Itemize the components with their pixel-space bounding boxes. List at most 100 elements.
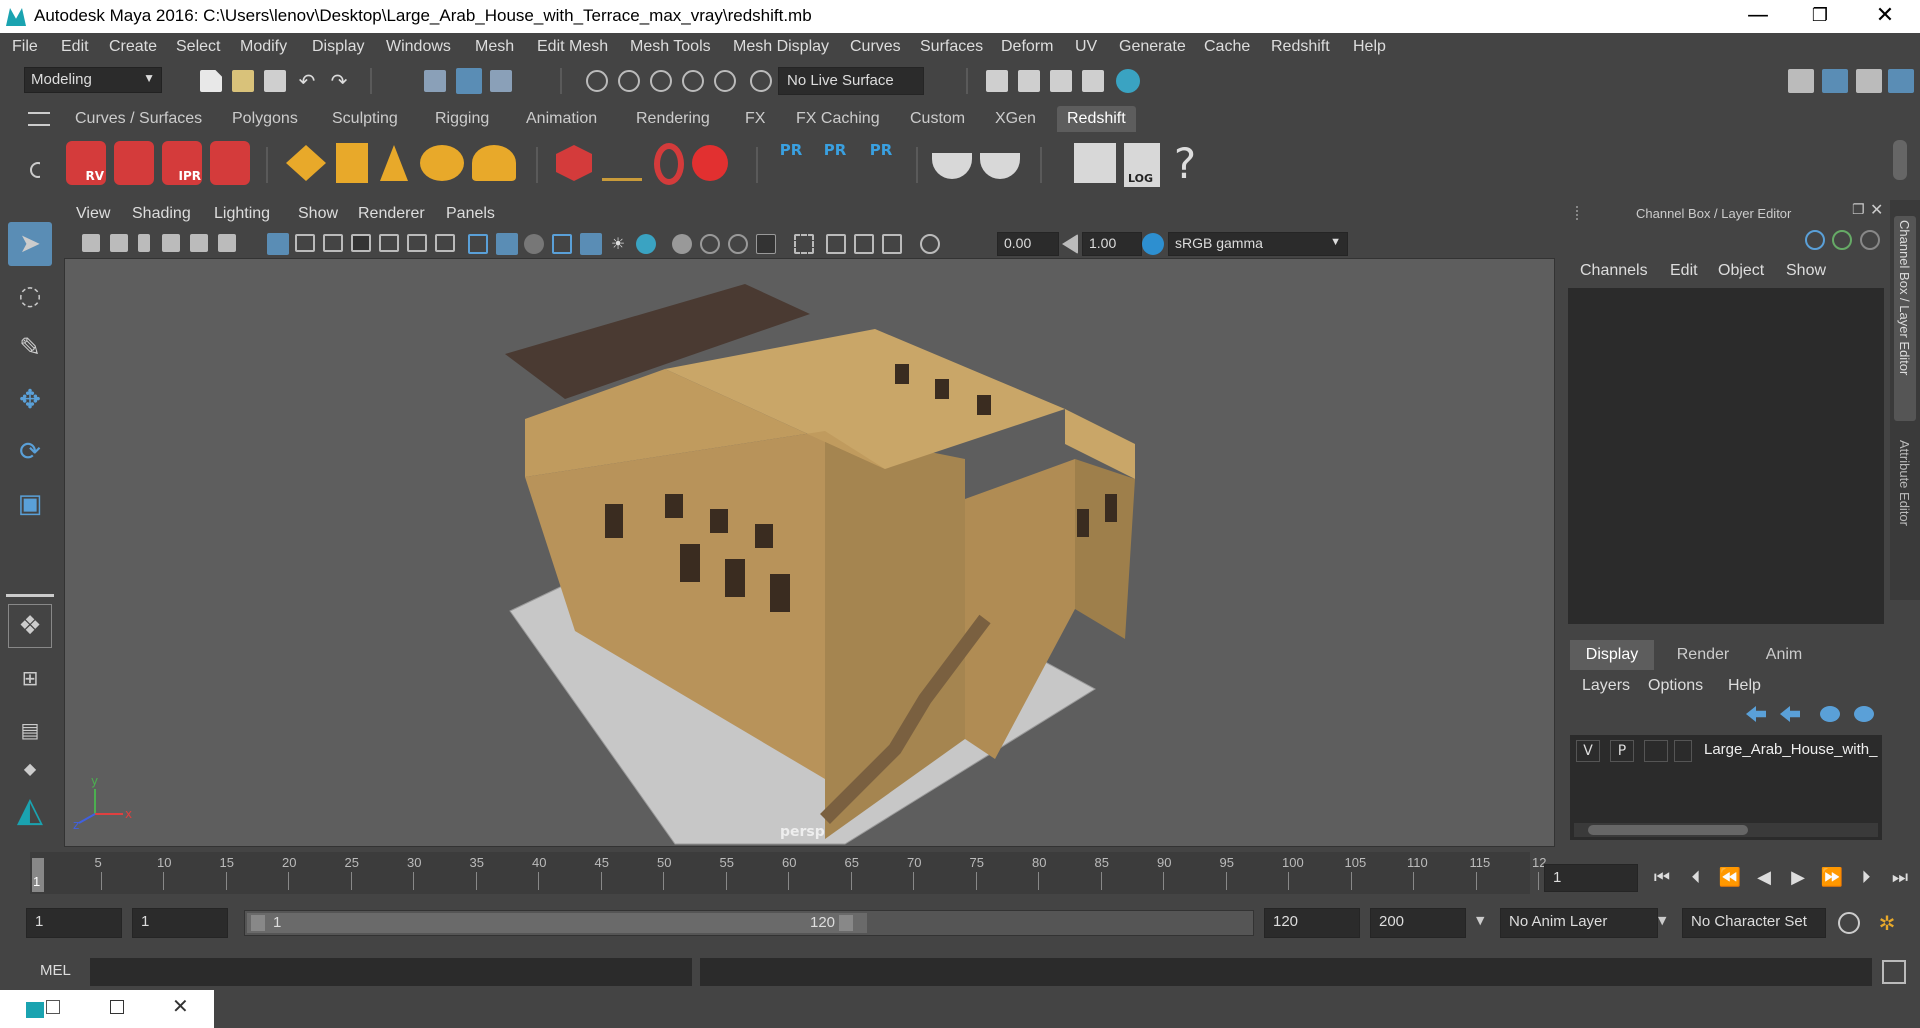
dome-light-icon[interactable] <box>420 145 464 181</box>
step-forward-frame-icon[interactable]: ⏵ <box>1854 868 1878 888</box>
maximize-button[interactable]: ❐ <box>1795 2 1845 30</box>
play-forwards-icon[interactable]: ▶ <box>1786 868 1810 888</box>
perspective-viewport[interactable]: y x z persp <box>64 258 1555 847</box>
script-editor-icon[interactable] <box>1074 143 1116 183</box>
close-button[interactable]: ✕ <box>1860 2 1910 30</box>
animation-preferences-icon[interactable]: ✲ <box>1876 912 1898 934</box>
menu-file[interactable]: File <box>12 38 38 56</box>
step-back-frame-icon[interactable]: ⏴ <box>1684 868 1708 888</box>
layer-playback-toggle[interactable]: P <box>1610 740 1634 762</box>
lasso-tool-icon[interactable]: ◌ <box>8 274 52 318</box>
float-panel-icon[interactable]: ❐ <box>1852 202 1865 218</box>
sun-sky-icon[interactable] <box>472 145 516 181</box>
script-editor-icon[interactable] <box>1882 960 1906 984</box>
auto-key-icon[interactable] <box>1838 912 1860 934</box>
menu-curves[interactable]: Curves <box>850 38 901 56</box>
log-icon[interactable]: LOG <box>1124 143 1160 187</box>
menu-uv[interactable]: UV <box>1075 38 1097 56</box>
field-chart-icon[interactable] <box>379 234 399 252</box>
go-to-start-icon[interactable]: ⏮ <box>1650 868 1674 888</box>
tab-display[interactable]: Display <box>1570 640 1654 670</box>
bake-icon[interactable] <box>932 153 972 179</box>
portal-light-icon[interactable] <box>336 143 368 183</box>
menu-mesh[interactable]: Mesh <box>475 38 514 56</box>
redshift-render-settings-icon[interactable] <box>210 141 250 185</box>
menu-display[interactable]: Display <box>312 38 364 56</box>
layer-name[interactable]: Large_Arab_House_with_ <box>1704 741 1877 758</box>
menu-surfaces[interactable]: Surfaces <box>920 38 983 56</box>
redshift-ipr-icon[interactable]: IPR <box>162 141 202 185</box>
help-icon[interactable]: ? <box>1170 139 1200 189</box>
move-layer-up-icon[interactable] <box>1746 706 1766 722</box>
menu-mesh-display[interactable]: Mesh Display <box>733 38 829 56</box>
layer-type-toggle[interactable] <box>1644 740 1668 762</box>
resolution-gate-icon[interactable] <box>323 234 343 252</box>
exposure-icon[interactable] <box>920 234 940 254</box>
layer-color-swatch[interactable] <box>1674 740 1692 762</box>
grease-pencil-icon[interactable] <box>218 234 236 252</box>
range-end-handle[interactable] <box>839 915 853 931</box>
layer-row[interactable]: V P Large_Arab_House_with_ <box>1570 737 1882 765</box>
safe-action-icon[interactable] <box>407 234 427 252</box>
snap-surface-icon[interactable] <box>714 70 736 92</box>
bake-settings-icon[interactable] <box>980 153 1020 179</box>
menu-select[interactable]: Select <box>176 38 220 56</box>
mel-input[interactable] <box>90 958 692 986</box>
undo-icon[interactable]: ↶ <box>296 70 318 92</box>
paint-select-tool-icon[interactable]: ✎ <box>8 326 52 370</box>
color-management-icon[interactable] <box>1142 233 1164 255</box>
rectangle-light-icon[interactable] <box>286 145 326 181</box>
channel-box-toggle-icon[interactable] <box>1888 69 1914 93</box>
hypershade-icon[interactable] <box>1116 69 1140 93</box>
snap-point-icon[interactable] <box>650 70 672 92</box>
step-back-key-icon[interactable]: ⏪ <box>1718 868 1742 888</box>
tab-render[interactable]: Render <box>1668 640 1738 670</box>
viewport-menu-view[interactable]: View <box>76 205 110 223</box>
channel-show-menu[interactable]: Show <box>1786 262 1826 280</box>
smooth-shade-all-icon[interactable] <box>496 233 518 255</box>
pr-object-icon[interactable]: PR <box>776 141 806 185</box>
tab-animation[interactable]: Animation <box>516 106 607 132</box>
gamma-field[interactable]: 1.00 <box>1082 232 1142 256</box>
render-frame-icon[interactable] <box>1018 70 1040 92</box>
restore-window-icon[interactable] <box>46 1000 60 1014</box>
redshift-batch-render-icon[interactable] <box>114 141 154 185</box>
hair-icon[interactable] <box>602 149 642 181</box>
options-menu[interactable]: Options <box>1648 677 1703 695</box>
menu-modify[interactable]: Modify <box>240 38 287 56</box>
tab-sculpting[interactable]: Sculpting <box>322 106 408 132</box>
rotate-tool-icon[interactable]: ⟳ <box>8 430 52 474</box>
mel-label[interactable]: MEL <box>40 962 71 979</box>
menu-create[interactable]: Create <box>109 38 157 56</box>
move-layer-down-icon[interactable] <box>1780 706 1800 722</box>
drag-handle-icon[interactable] <box>1576 206 1606 220</box>
spot-light-icon[interactable] <box>380 145 408 181</box>
xray-joints-icon[interactable] <box>854 234 874 254</box>
menu-generate[interactable]: Generate <box>1119 38 1186 56</box>
use-all-lights-icon[interactable]: ☀ <box>608 234 628 254</box>
grid-icon[interactable] <box>267 233 289 255</box>
wireframe-on-shaded-icon[interactable] <box>552 234 572 254</box>
mode-dropdown[interactable]: Modeling ▼ <box>24 67 162 93</box>
menu-mesh-tools[interactable]: Mesh Tools <box>630 38 711 56</box>
image-plane-icon[interactable] <box>162 234 180 252</box>
tab-fx-caching[interactable]: FX Caching <box>786 106 890 132</box>
tab-channel-box[interactable]: Channel Box / Layer Editor <box>1894 216 1916 421</box>
menu-help[interactable]: Help <box>1353 38 1386 56</box>
make-live-icon[interactable] <box>750 70 772 92</box>
gate-mask-icon[interactable] <box>351 234 371 252</box>
layer-horizontal-scrollbar[interactable] <box>1574 823 1878 837</box>
layers-menu[interactable]: Layers <box>1582 677 1630 695</box>
save-scene-icon[interactable] <box>264 70 286 92</box>
speed-icon[interactable] <box>1832 230 1852 250</box>
film-gate-icon[interactable] <box>295 234 315 252</box>
time-slider[interactable] <box>30 852 1530 894</box>
colorspace-dropdown[interactable]: sRGB gamma ▼ <box>1168 232 1348 256</box>
tab-anim[interactable]: Anim <box>1754 640 1814 670</box>
menu-edit[interactable]: Edit <box>61 38 89 56</box>
safe-title-icon[interactable] <box>435 234 455 252</box>
material-ball-icon[interactable] <box>692 145 728 181</box>
step-forward-key-icon[interactable]: ⏩ <box>1820 868 1844 888</box>
tab-custom[interactable]: Custom <box>900 106 975 132</box>
tab-polygons[interactable]: Polygons <box>222 106 308 132</box>
